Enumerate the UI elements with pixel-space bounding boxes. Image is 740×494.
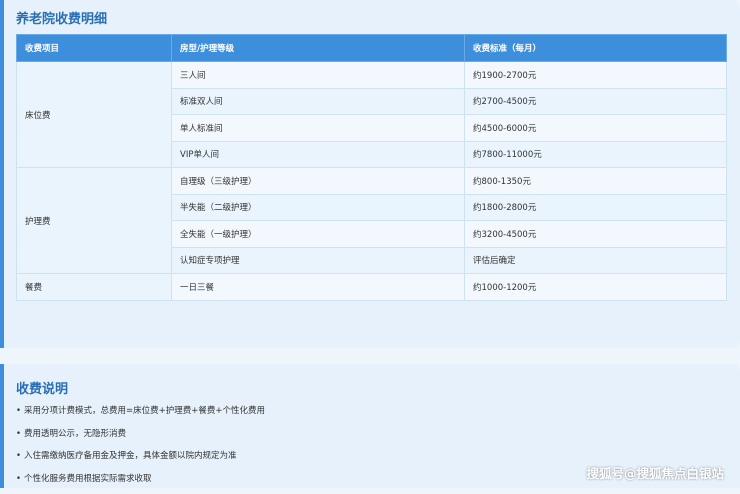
fee-price-cell: 约1000-1200元 xyxy=(465,274,727,301)
header-room-type: 房型/护理等级 xyxy=(172,35,465,62)
fee-notes-list: •采用分项计费模式，总费用=床位费+护理费+餐费+个性化费用 •费用透明公示，无… xyxy=(16,404,265,494)
fee-price-cell: 约3200-4500元 xyxy=(465,221,727,248)
note-text: 费用透明公示，无隐形消费 xyxy=(24,429,126,439)
room-type-cell: 标准双人间 xyxy=(172,88,465,115)
room-type-cell: 半失能（二级护理） xyxy=(172,194,465,221)
fee-category-cell: 床位费 xyxy=(17,62,172,168)
room-type-cell: 一日三餐 xyxy=(172,274,465,301)
fee-price-cell: 约1800-2800元 xyxy=(465,194,727,221)
fee-category-cell: 餐费 xyxy=(17,274,172,301)
fee-price-cell: 约1900-2700元 xyxy=(465,62,727,89)
note-item: •个性化服务费用根据实际需求收取 xyxy=(16,472,265,494)
note-item: •采用分项计费模式，总费用=床位费+护理费+餐费+个性化费用 xyxy=(16,404,265,427)
room-type-cell: 三人间 xyxy=(172,62,465,89)
header-fee-item: 收费项目 xyxy=(17,35,172,62)
fee-details-card: 养老院收费明细 收费项目 房型/护理等级 收费标准（每月） 床位费三人间约190… xyxy=(0,0,740,348)
note-item: •入住需缴纳医疗备用金及押金，具体金额以院内规定为准 xyxy=(16,449,265,472)
fee-table: 收费项目 房型/护理等级 收费标准（每月） 床位费三人间约1900-2700元标… xyxy=(16,34,727,301)
header-fee-standard: 收费标准（每月） xyxy=(465,35,727,62)
fee-details-title: 养老院收费明细 xyxy=(16,8,107,27)
fee-notes-title: 收费说明 xyxy=(16,378,68,397)
room-type-cell: VIP单人间 xyxy=(172,141,465,168)
fee-price-cell: 约7800-11000元 xyxy=(465,141,727,168)
room-type-cell: 全失能（一级护理） xyxy=(172,221,465,248)
fee-price-cell: 约800-1350元 xyxy=(465,168,727,195)
table-row: 床位费三人间约1900-2700元 xyxy=(17,62,727,89)
fee-price-cell: 评估后确定 xyxy=(465,247,727,274)
table-row: 餐费一日三餐约1000-1200元 xyxy=(17,274,727,301)
note-text: 采用分项计费模式，总费用=床位费+护理费+餐费+个性化费用 xyxy=(24,406,265,416)
note-text: 入住需缴纳医疗备用金及押金，具体金额以院内规定为准 xyxy=(24,451,237,461)
watermark: 搜狐号@搜狐焦点白银站 xyxy=(586,463,724,482)
room-type-cell: 认知症专项护理 xyxy=(172,247,465,274)
fee-price-cell: 约2700-4500元 xyxy=(465,88,727,115)
room-type-cell: 自理级（三级护理） xyxy=(172,168,465,195)
fee-price-cell: 约4500-6000元 xyxy=(465,115,727,142)
room-type-cell: 单人标准间 xyxy=(172,115,465,142)
fee-category-cell: 护理费 xyxy=(17,168,172,274)
note-text: 个性化服务费用根据实际需求收取 xyxy=(24,474,152,484)
fee-table-header: 收费项目 房型/护理等级 收费标准（每月） xyxy=(17,35,727,62)
table-row: 护理费自理级（三级护理）约800-1350元 xyxy=(17,168,727,195)
note-item: •费用透明公示，无隐形消费 xyxy=(16,427,265,450)
